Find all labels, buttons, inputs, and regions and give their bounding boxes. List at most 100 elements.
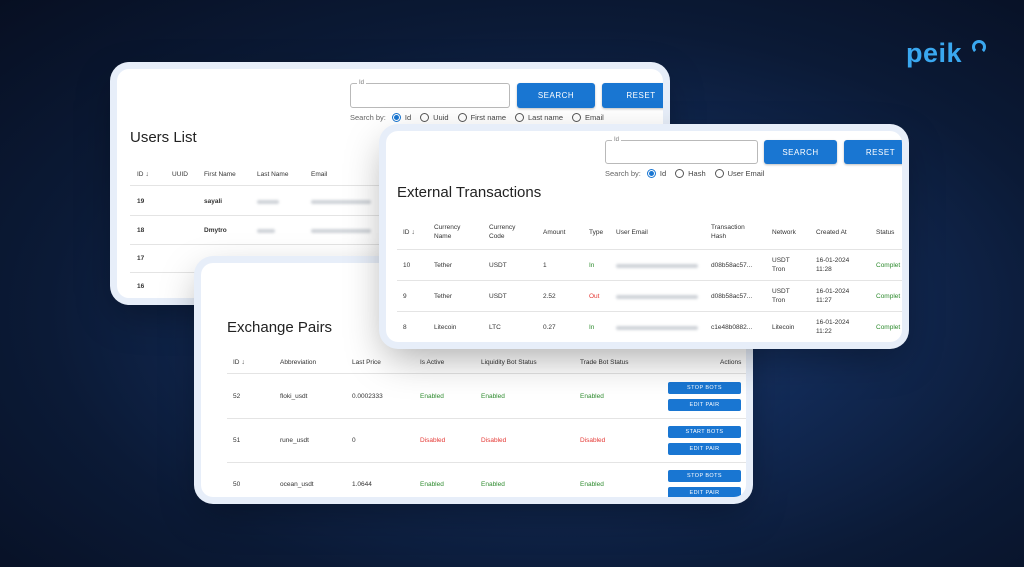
radio-unchecked-icon <box>714 169 724 178</box>
users-reset-button[interactable]: RESET <box>602 83 663 108</box>
pairs-row-51-liquidity: Disabled <box>481 437 507 444</box>
tx-row-10-hash: d08b58ac57... <box>711 262 753 269</box>
tx-row-9-currency-code: USDT <box>489 293 507 300</box>
tx-col-currency-name: Currency Name <box>434 224 461 240</box>
radio-checked-icon <box>391 113 401 122</box>
tx-row-10-status: Complet <box>876 262 901 269</box>
tx-row-8-currency-code: LTC <box>489 324 501 331</box>
tx-row-10-network: USDT Tron <box>772 257 790 273</box>
row-divider <box>227 373 746 374</box>
pairs-col-last-price: Last Price <box>352 359 381 366</box>
pairs-row-52-is-active: Enabled <box>420 393 444 400</box>
users-radio-uuid[interactable]: Uuid <box>420 113 449 122</box>
sort-arrow-down-icon: ↓ <box>145 171 149 178</box>
users-radio-email[interactable]: Email <box>572 113 604 122</box>
users-search-button[interactable]: SEARCH <box>517 83 595 108</box>
tx-row-8-amount: 0.27 <box>543 324 556 331</box>
users-search-input[interactable]: Id <box>350 80 510 108</box>
external-transactions-card: Id SEARCH RESET Search by: Id Hash User … <box>386 131 902 342</box>
edit-pair-button[interactable]: EDIT PAIR <box>668 399 741 411</box>
tx-radio-hash[interactable]: Hash <box>675 169 706 178</box>
sort-arrow-down-icon: ↓ <box>411 229 415 236</box>
pairs-row-52-trade: Enabled <box>580 393 604 400</box>
radio-unchecked-icon <box>457 113 467 122</box>
brand-logo: peik <box>906 38 963 68</box>
tx-row-10-type: In <box>589 262 595 269</box>
external-transactions-title: External Transactions <box>397 184 542 201</box>
redacted-user-email <box>616 264 698 268</box>
users-col-email: Email <box>311 171 328 178</box>
users-search-by: Search by: Id Uuid First name Last name … <box>350 113 613 122</box>
pairs-row-50-abbreviation: ocean_usdt <box>280 481 314 488</box>
redacted-user-email <box>616 295 698 299</box>
redacted-last-name <box>257 200 279 204</box>
pairs-row-50-last-price: 1.0644 <box>352 481 372 488</box>
tx-row-9-created-at: 16-01-2024 11:27 <box>816 288 850 304</box>
radio-unchecked-icon <box>675 169 685 178</box>
redacted-user-email <box>616 326 698 330</box>
row-divider <box>397 249 902 250</box>
pairs-row-52-id: 52 <box>233 393 241 400</box>
pairs-row-50-liquidity: Enabled <box>481 481 505 488</box>
tx-row-9-type: Out <box>589 293 600 300</box>
tx-search-by-label: Search by: <box>605 169 641 178</box>
tx-col-created-at: Created At <box>816 229 847 236</box>
tx-row-8-hash: c1e48b0882... <box>711 324 753 331</box>
users-radio-first-name-label: First name <box>470 113 506 122</box>
tx-search-input[interactable]: Id <box>605 137 758 164</box>
redacted-email <box>311 200 371 204</box>
users-col-uuid: UUID <box>172 171 188 178</box>
pairs-row-52-liquidity: Enabled <box>481 393 505 400</box>
tx-search-input-label: Id <box>612 137 622 143</box>
users-col-id[interactable]: ID ↓ <box>137 170 149 179</box>
tx-col-hash: Transaction Hash <box>711 224 745 240</box>
users-col-id-label: ID <box>137 171 144 178</box>
users-radio-id[interactable]: Id <box>391 113 412 122</box>
tx-row-9-hash: d08b58ac57... <box>711 293 753 300</box>
stop-bots-button[interactable]: STOP BOTS <box>668 382 741 394</box>
users-row-19-first-name: sayali <box>204 198 223 205</box>
start-bots-button[interactable]: START BOTS <box>668 426 741 438</box>
row-divider <box>227 418 746 419</box>
pairs-row-52-abbreviation: floki_usdt <box>280 393 308 400</box>
tx-row-10-created-at: 16-01-2024 11:28 <box>816 257 850 273</box>
row-divider <box>227 462 746 463</box>
tx-radio-id-label: Id <box>659 169 667 178</box>
tx-row-10-amount: 1 <box>543 262 547 269</box>
users-radio-uuid-label: Uuid <box>433 113 449 122</box>
exchange-pairs-title: Exchange Pairs <box>227 319 333 336</box>
radio-unchecked-icon <box>515 113 524 122</box>
radio-checked-icon <box>646 169 656 178</box>
tx-row-10-currency-code: USDT <box>489 262 507 269</box>
tx-col-id[interactable]: ID ↓ <box>403 228 415 237</box>
users-col-first-name: First Name <box>204 171 236 178</box>
tx-row-8-type: In <box>589 324 595 331</box>
tx-col-type: Type <box>589 229 604 236</box>
tx-row-9-amount: 2.52 <box>543 293 556 300</box>
tx-col-network: Network <box>772 229 796 236</box>
users-row-16-id: 16 <box>137 283 145 290</box>
tx-row-9-network: USDT Tron <box>772 288 790 304</box>
tx-row-8-id: 8 <box>403 324 407 331</box>
tx-search-button[interactable]: SEARCH <box>764 140 837 164</box>
pairs-col-actions: Actions <box>720 359 742 366</box>
pairs-row-50-trade: Enabled <box>580 481 604 488</box>
tx-reset-button[interactable]: RESET <box>844 140 902 164</box>
tx-search-by: Search by: Id Hash User Email <box>605 169 773 178</box>
pairs-col-is-active: Is Active <box>420 359 445 366</box>
users-radio-last-name[interactable]: Last name <box>515 113 563 122</box>
pairs-col-id[interactable]: ID ↓ <box>233 358 245 367</box>
pairs-row-51-is-active: Disabled <box>420 437 446 444</box>
users-search-input-label: Id <box>357 80 367 86</box>
users-radio-first-name[interactable]: First name <box>457 113 506 122</box>
stop-bots-button[interactable]: STOP BOTS <box>668 470 741 482</box>
tx-row-8-currency-name: Litecoin <box>434 324 457 331</box>
users-radio-id-label: Id <box>404 113 412 122</box>
tx-radio-user-email[interactable]: User Email <box>714 169 765 178</box>
redacted-last-name <box>257 229 275 233</box>
edit-pair-button[interactable]: EDIT PAIR <box>668 487 741 497</box>
tx-radio-user-email-label: User Email <box>727 169 765 178</box>
pairs-row-52-last-price: 0.0002333 <box>352 393 383 400</box>
tx-radio-id[interactable]: Id <box>646 169 667 178</box>
edit-pair-button[interactable]: EDIT PAIR <box>668 443 741 455</box>
